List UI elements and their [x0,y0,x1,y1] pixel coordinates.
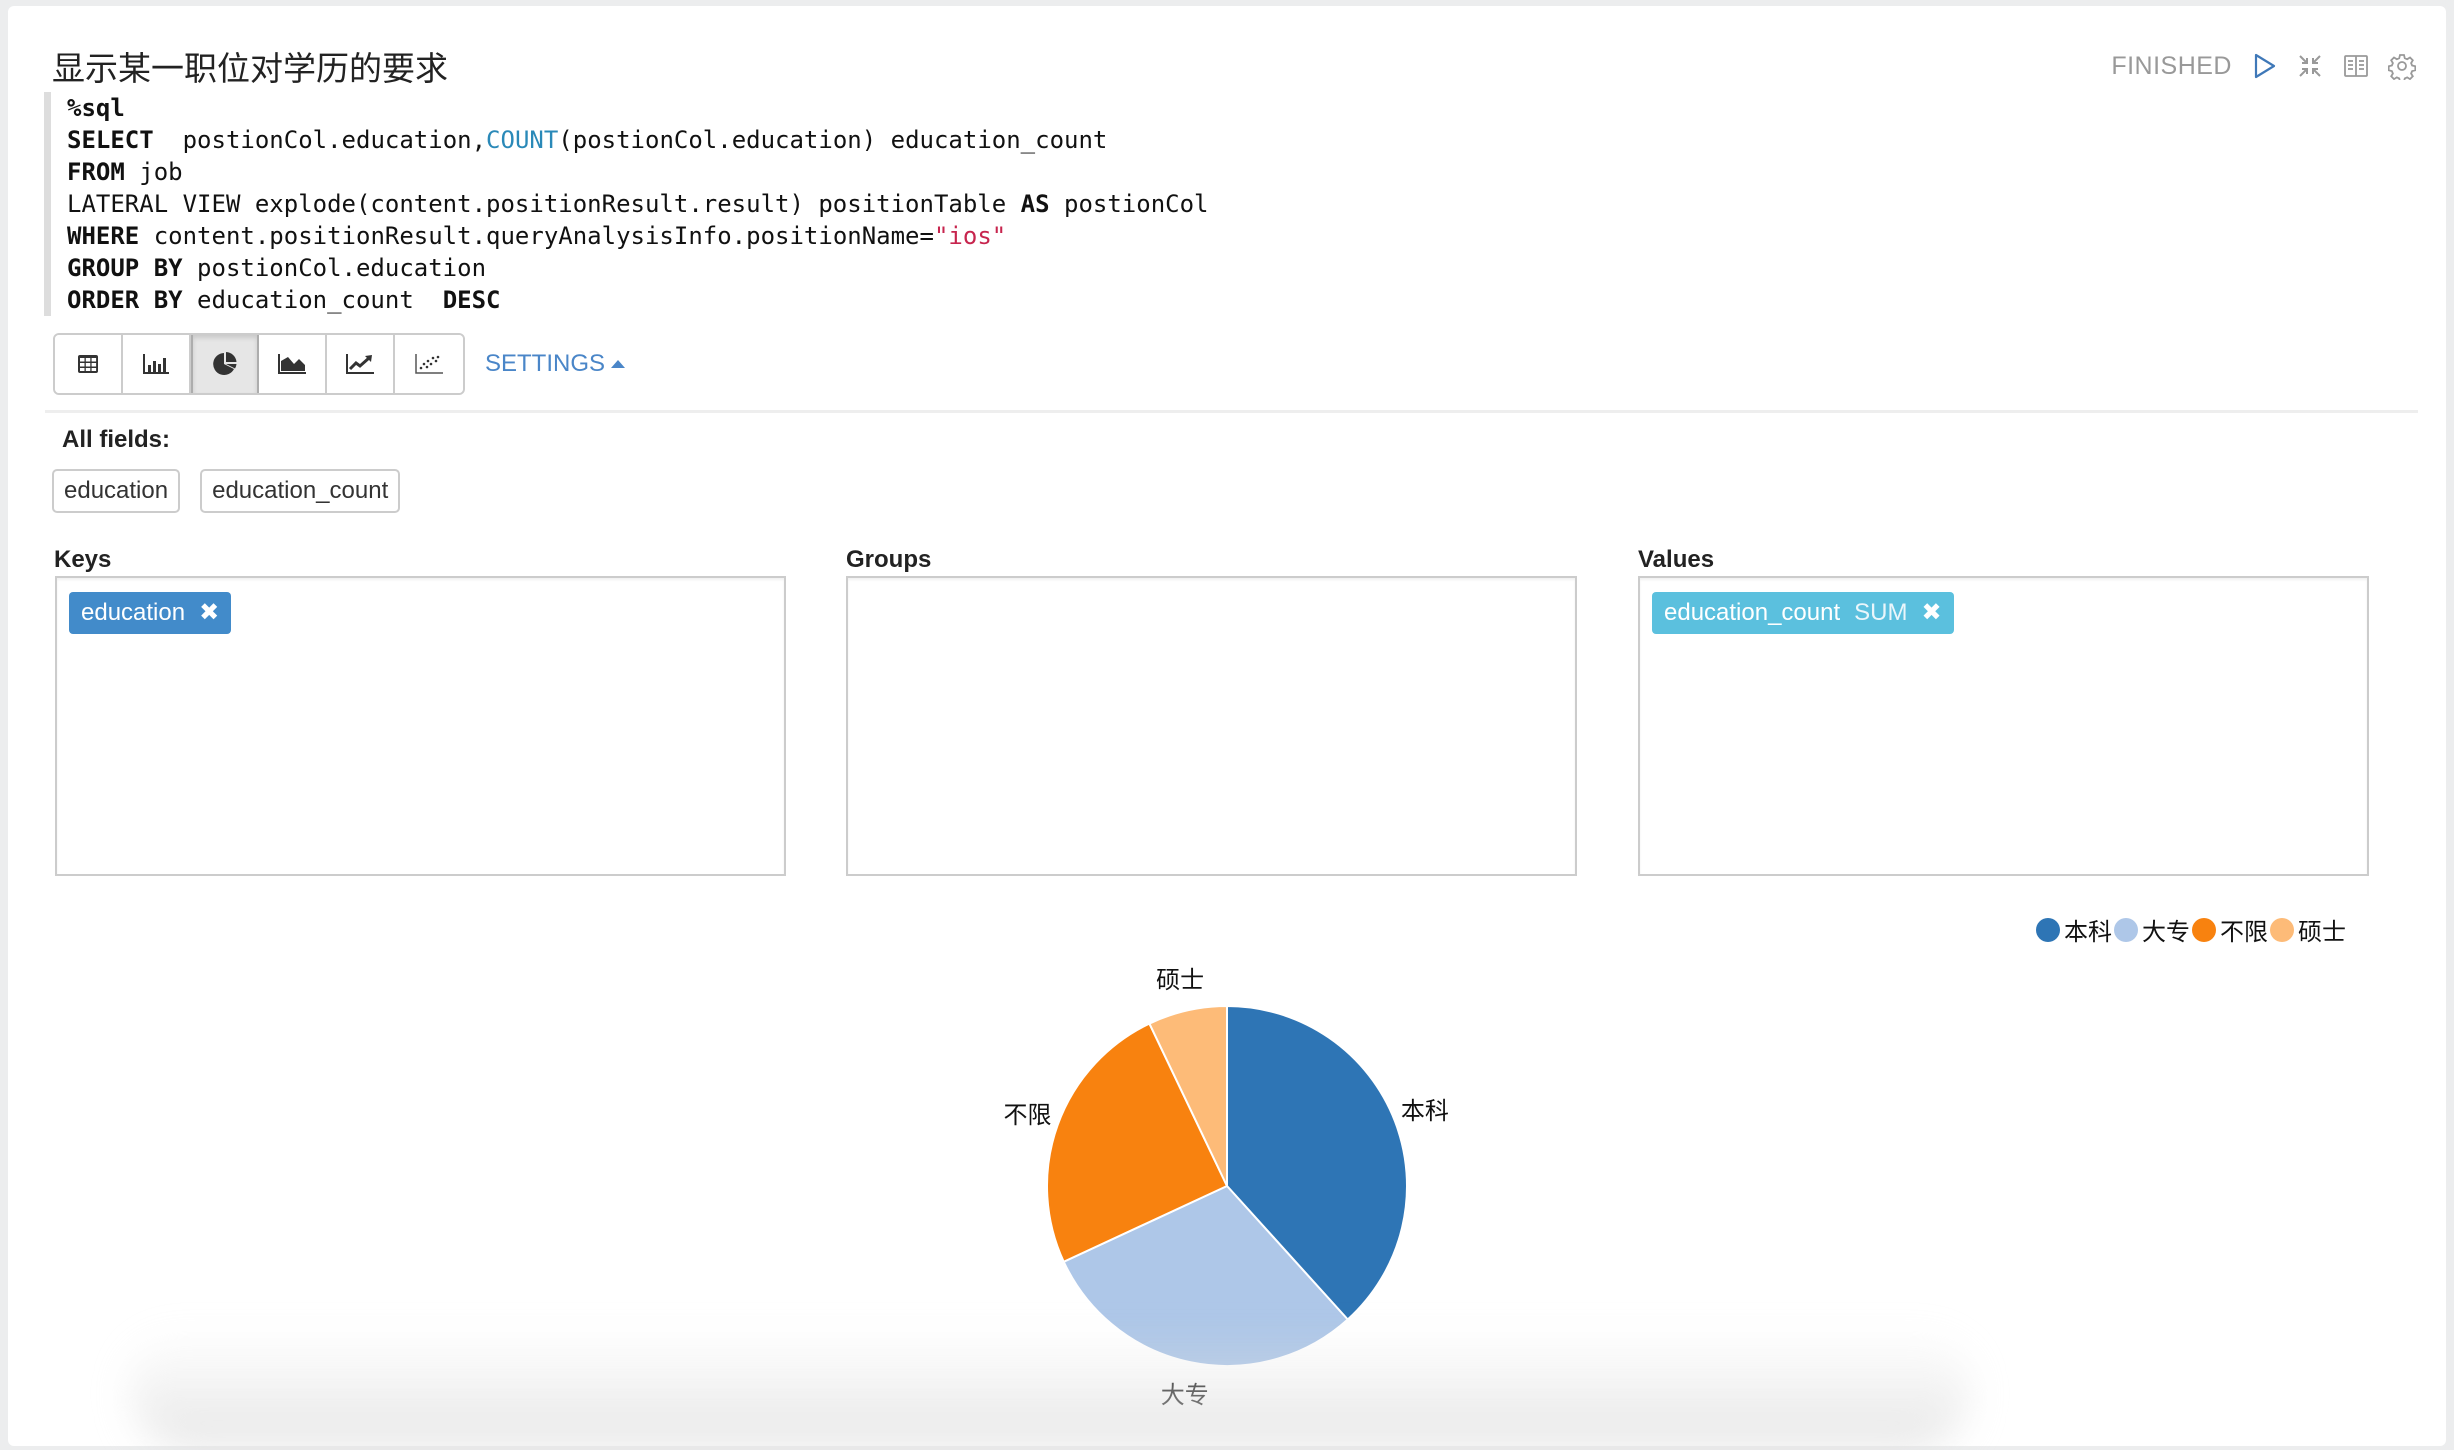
scatter-chart-icon [415,354,443,374]
value-tag[interactable]: education_count SUM ✖ [1652,592,1954,634]
code-text: job [124,158,183,186]
pie-chart-view-button[interactable] [191,335,259,393]
scatter-chart-view-button[interactable] [395,335,463,393]
code-line: FROM job [67,156,1209,188]
values-label: Values [1638,546,1715,573]
code-line: GROUP BY postionCol.education [67,252,1209,284]
groups-label: Groups [846,546,932,573]
code-keyword: ORDER BY [67,286,183,314]
code-keyword: %sql [67,94,125,122]
area-chart-icon [278,354,306,374]
groups-dropzone[interactable] [846,576,1577,876]
code-text: postionCol [1049,190,1209,218]
code-function: COUNT [486,126,559,154]
paragraph-title[interactable]: 显示某一职位对学历的要求 [52,42,448,90]
code-keyword: GROUP BY [67,254,183,282]
code-keyword: AS [1020,190,1050,218]
sql-editor[interactable]: %sql SELECT postionCol.education,COUNT(po… [44,92,1209,316]
pie-slice-label: 硕士 [1156,966,1204,994]
code-text: (postionCol.education) education_count [558,126,1108,154]
code-text: postionCol.education, [153,126,487,154]
view-button-group [53,333,465,395]
table-view-button[interactable] [55,335,123,393]
code-keyword: WHERE [67,222,140,250]
remove-value-icon[interactable]: ✖ [1922,592,1942,634]
value-tag-label: education_count [1664,599,1841,626]
all-fields-label: All fields: [62,426,171,453]
pie-slice-label: 大专 [1161,1381,1209,1409]
pie-slice-label: 不限 [1004,1101,1052,1129]
field-chip-education[interactable]: education [52,469,181,513]
visualization-toolbar: SETTINGS [53,333,626,395]
code-string: "ios" [933,222,1007,250]
key-tag[interactable]: education ✖ [69,592,232,634]
book-icon[interactable] [2342,52,2370,80]
code-line: WHERE content.positionResult.queryAnalys… [67,220,1209,252]
table-icon [78,355,98,373]
line-chart-icon [346,354,374,374]
code-keyword: FROM [67,158,125,186]
all-fields-list: education education_count [52,469,401,513]
values-dropzone[interactable]: education_count SUM ✖ [1638,576,2369,876]
bar-chart-icon [143,354,169,374]
pie-chart-icon [213,352,237,375]
run-icon[interactable] [2250,52,2278,80]
code-line: ORDER BY education_count DESC [67,284,1209,316]
code-keyword: SELECT [67,126,154,154]
collapse-icon[interactable] [2296,52,2324,80]
code-keyword: DESC [442,286,501,314]
divider [45,410,2418,413]
bar-chart-view-button[interactable] [123,335,191,393]
code-line: LATERAL VIEW explode(content.positionRes… [67,188,1209,220]
paragraph-controls: FINISHED [2111,46,2417,86]
pie-slice-label: 本科 [1401,1097,1449,1125]
settings-label: SETTINGS [485,350,606,377]
code-line: %sql [67,92,1209,124]
area-chart-view-button[interactable] [259,335,327,393]
pie-chart: 本科大专 不限 硕士 [1004,966,1449,1409]
code-text: postionCol.education [182,254,487,282]
keys-dropzone[interactable]: education ✖ [55,576,786,876]
value-aggregation[interactable]: SUM [1854,592,1907,634]
gear-icon[interactable] [2387,52,2417,83]
settings-toggle[interactable]: SETTINGS [485,350,626,378]
keys-label: Keys [54,546,112,573]
remove-key-icon[interactable]: ✖ [199,592,219,634]
caret-up-icon [611,360,626,368]
pie-chart-area: 本科大专 不限 硕士 [0,900,2454,1416]
line-chart-view-button[interactable] [327,335,395,393]
code-text: LATERAL VIEW explode(content.positionRes… [67,190,1021,218]
code-text: content.positionResult.queryAnalysisInfo… [139,222,934,250]
code-line: SELECT postionCol.education,COUNT(postio… [67,124,1209,156]
field-chip-education-count[interactable]: education_count [200,469,401,513]
status-label: FINISHED [2111,51,2232,80]
key-tag-label: education [81,599,186,626]
code-text: education_count [182,286,443,314]
